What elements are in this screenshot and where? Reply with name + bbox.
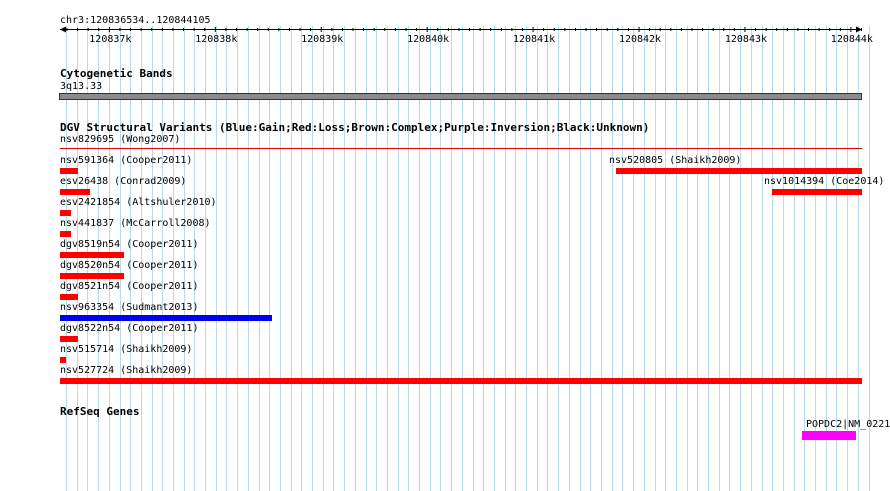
- variant-bar[interactable]: [60, 252, 125, 258]
- variant-bar[interactable]: [60, 189, 91, 195]
- ruler-tick-label: 120843k: [724, 34, 768, 45]
- ruler-tick-label: 120838k: [195, 34, 238, 45]
- ruler-tick-label: 120842k: [618, 34, 662, 45]
- ruler[interactable]: [0, 0, 890, 60]
- dgv-track-line: [60, 148, 862, 149]
- gene-label[interactable]: POPDC2|NM_0221: [806, 419, 890, 430]
- variant-label[interactable]: nsv829695 (Wong2007): [60, 134, 180, 145]
- variant-label[interactable]: nsv441837 (McCarroll2008): [60, 218, 211, 229]
- dgv-track-title: DGV Structural Variants (Blue:Gain;Red:L…: [60, 121, 650, 134]
- ruler-tick-label: 120839k: [301, 34, 344, 45]
- variant-label[interactable]: dgv8521n54 (Cooper2011): [60, 281, 198, 292]
- cytoband-label: 3q13.33: [60, 81, 103, 92]
- cytoband-bar[interactable]: [59, 93, 862, 100]
- variant-bar[interactable]: [60, 294, 78, 300]
- ruler-tick-label: 120844k: [830, 34, 873, 45]
- variant-bar[interactable]: [60, 378, 862, 384]
- variant-bar[interactable]: [60, 210, 72, 216]
- variant-bar[interactable]: [772, 189, 862, 195]
- variant-label[interactable]: nsv515714 (Shaikh2009): [60, 344, 192, 355]
- variant-label[interactable]: nsv591364 (Cooper2011): [60, 155, 192, 166]
- variant-label[interactable]: nsv1014394 (Coe2014): [764, 176, 884, 187]
- variant-label[interactable]: dgv8519n54 (Cooper2011): [60, 239, 198, 250]
- variant-label[interactable]: nsv520805 (Shaikh2009): [609, 155, 741, 166]
- variant-label[interactable]: dgv8522n54 (Cooper2011): [60, 323, 198, 334]
- variant-label[interactable]: nsv963354 (Sudmant2013): [60, 302, 198, 313]
- ruler-tick-label: 120837k: [89, 34, 132, 45]
- variant-bar[interactable]: [60, 273, 125, 279]
- cytoband-title: Cytogenetic Bands: [60, 67, 173, 80]
- variant-label[interactable]: dgv8520n54 (Cooper2011): [60, 260, 198, 271]
- ruler-tick-label: 120840k: [407, 34, 450, 45]
- variant-label[interactable]: esv26438 (Conrad2009): [60, 176, 186, 187]
- variant-bar[interactable]: [60, 315, 273, 321]
- variant-bar[interactable]: [60, 336, 78, 342]
- variant-label[interactable]: nsv527724 (Shaikh2009): [60, 365, 192, 376]
- variant-label[interactable]: esv2421854 (Altshuler2010): [60, 197, 217, 208]
- ruler-tick-label: 120841k: [513, 34, 556, 45]
- variant-bar[interactable]: [60, 357, 66, 363]
- refseq-track-title: RefSeq Genes: [60, 405, 140, 418]
- variant-bar[interactable]: [60, 168, 78, 174]
- genome-browser: chr3:120836534..120844105 120837k 120838k…: [0, 0, 890, 491]
- variant-bar[interactable]: [615, 168, 862, 174]
- gene-bar[interactable]: [802, 431, 857, 440]
- variant-bar[interactable]: [60, 231, 72, 237]
